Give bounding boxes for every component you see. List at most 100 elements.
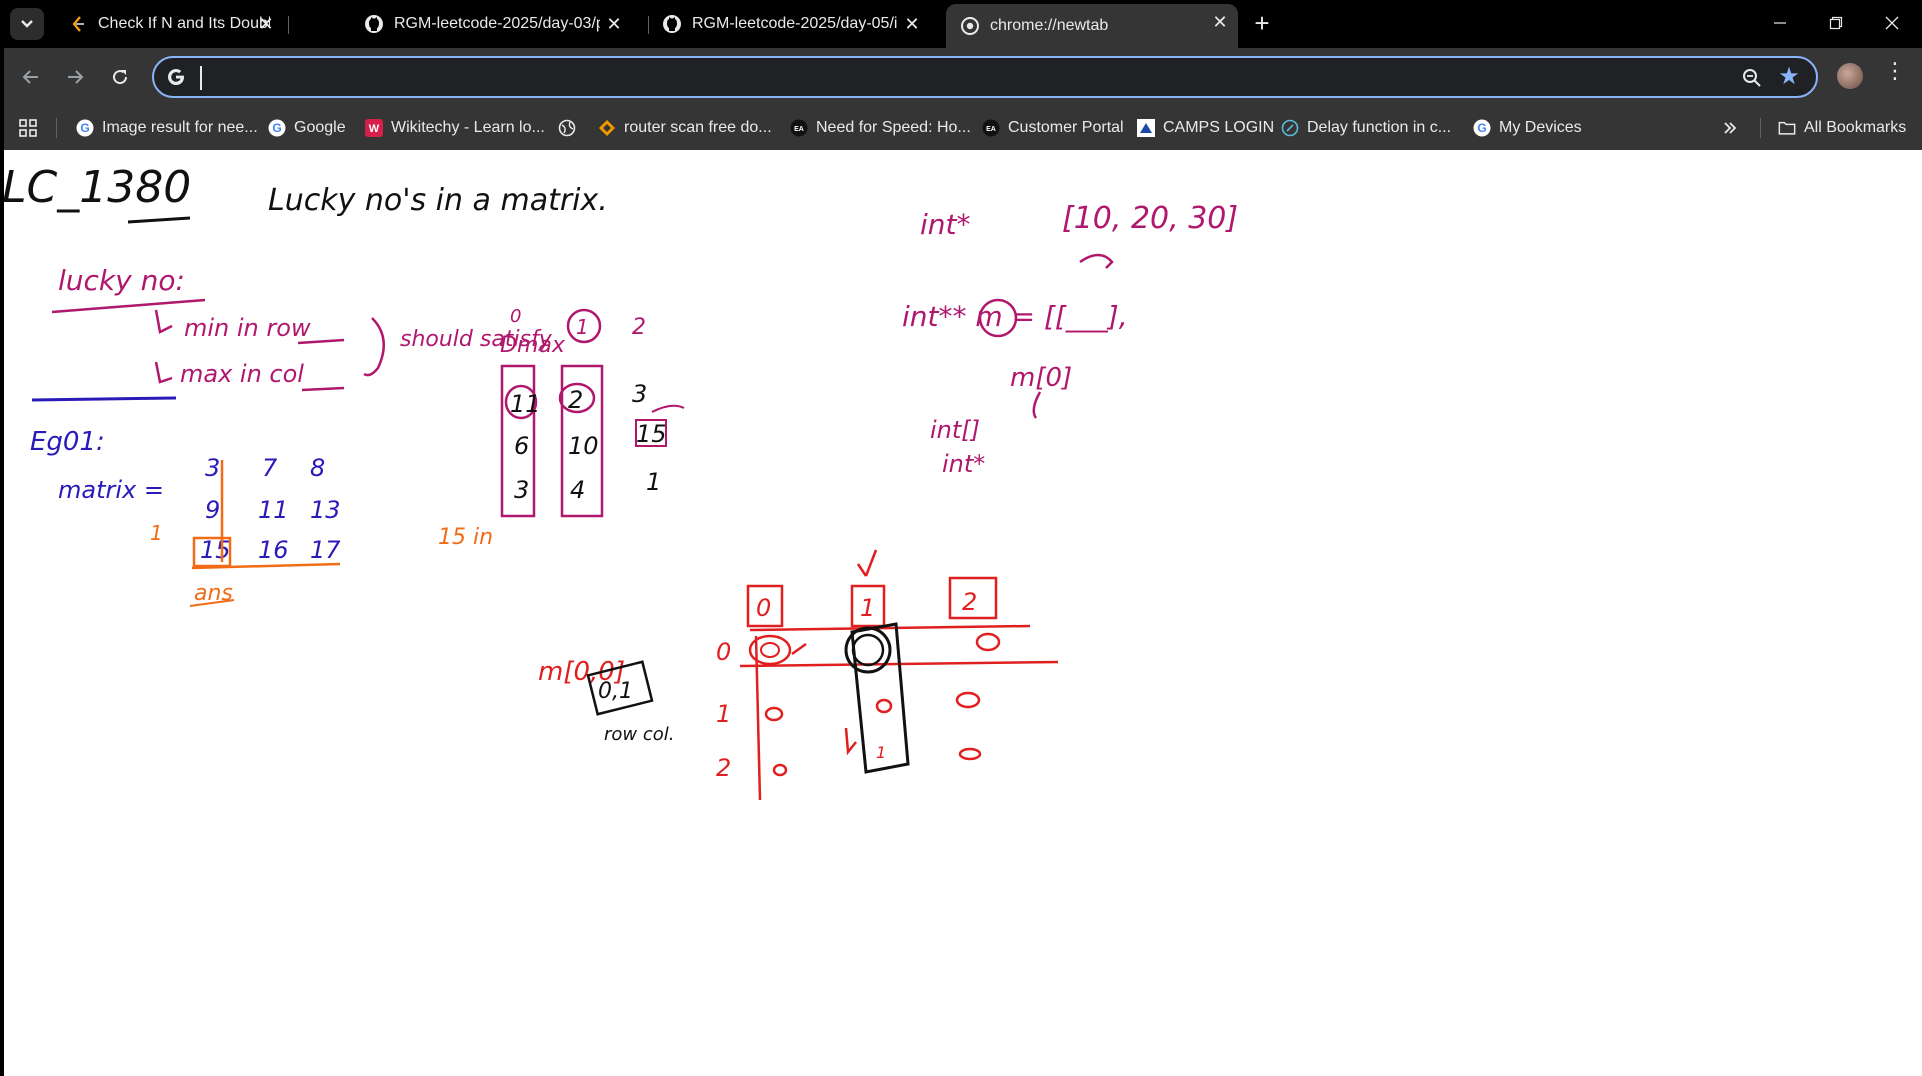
bookmark-label: Need for Speed: Ho... bbox=[816, 119, 971, 136]
tab-newtab[interactable]: chrome://newtab ✕ bbox=[946, 4, 1238, 48]
address-input[interactable] bbox=[198, 64, 1702, 92]
arrow-left-icon bbox=[22, 70, 38, 84]
col-cell: 15 bbox=[636, 420, 667, 448]
bookmarks-divider bbox=[56, 118, 57, 138]
chevron-down-icon bbox=[21, 20, 33, 28]
orange-mark: 1 bbox=[150, 521, 163, 545]
tab-github-day05[interactable]: RGM-leetcode-2025/day-05/int ✕ bbox=[648, 6, 930, 42]
lucky-heading: lucky no: bbox=[58, 264, 185, 297]
bookmarks-divider bbox=[1760, 118, 1761, 138]
svg-text:W: W bbox=[369, 123, 380, 135]
bookmark-customer-portal[interactable]: EA Customer Portal bbox=[982, 116, 1124, 140]
folder-icon bbox=[1778, 119, 1796, 137]
grid-col-index: 1 bbox=[860, 594, 875, 622]
more-bookmarks-icon[interactable] bbox=[1722, 116, 1738, 140]
bookmark-label: Wikitechy - Learn lo... bbox=[391, 119, 545, 136]
wikitechy-icon: W bbox=[365, 119, 383, 137]
codepen-icon bbox=[1281, 119, 1299, 137]
matrix-cell: 11 bbox=[258, 496, 289, 524]
tab-strip: Check If N and Its Double Exist ✕ RGM-le… bbox=[0, 0, 1922, 48]
matrix-cell: 15 bbox=[200, 536, 231, 564]
bookmark-star-icon[interactable]: ★ bbox=[1776, 64, 1802, 90]
all-bookmarks-button[interactable]: All Bookmarks bbox=[1778, 116, 1906, 140]
bookmark-label: Customer Portal bbox=[1008, 119, 1124, 136]
col-index: 0 bbox=[510, 306, 521, 327]
col-index: 1 bbox=[576, 315, 589, 339]
back-button[interactable] bbox=[16, 62, 46, 92]
globe-icon bbox=[558, 119, 576, 137]
svg-text:EA: EA bbox=[794, 126, 804, 133]
arrow-right-icon bbox=[68, 70, 84, 84]
google-icon: G bbox=[268, 119, 286, 137]
close-icon bbox=[1885, 16, 1899, 30]
whiteboard-canvas[interactable]: LC_1380 Lucky no's in a matrix. lucky no… bbox=[0, 150, 1922, 1076]
text-caret bbox=[200, 66, 202, 90]
bookmark-my-devices[interactable]: G My Devices bbox=[1473, 116, 1582, 140]
close-tab-icon[interactable]: ✕ bbox=[902, 14, 922, 34]
int-star-2: int* bbox=[942, 450, 985, 478]
matrix-cell: 3 bbox=[205, 454, 220, 482]
grid-row-index: 2 bbox=[716, 754, 731, 782]
grid-col-index: 2 bbox=[962, 588, 977, 616]
grid-row-index: 1 bbox=[716, 700, 731, 728]
close-window-button[interactable] bbox=[1872, 10, 1912, 38]
browser-chrome: Check If N and Its Double Exist ✕ RGM-le… bbox=[0, 0, 1922, 150]
matrix-cell: 16 bbox=[258, 536, 289, 564]
bookmark-wikitechy[interactable]: W Wikitechy - Learn lo... bbox=[365, 116, 545, 140]
google-icon: G bbox=[76, 119, 94, 137]
reload-button[interactable] bbox=[105, 62, 135, 92]
col-cell: 6 bbox=[514, 432, 529, 460]
tab-github-day03[interactable]: RGM-leetcode-2025/day-03/pr ✕ bbox=[350, 6, 632, 42]
minimize-button[interactable] bbox=[1760, 10, 1800, 38]
zoom-icon[interactable] bbox=[1740, 66, 1764, 90]
bookmark-label: Google bbox=[294, 119, 346, 136]
tab-leetcode[interactable]: Check If N and Its Double Exist ✕ bbox=[54, 6, 284, 42]
bookmark-camps-login[interactable]: CAMPS LOGIN bbox=[1137, 116, 1274, 140]
tab-search-button[interactable] bbox=[10, 8, 44, 40]
int-star: int* bbox=[920, 208, 971, 241]
close-tab-icon[interactable]: ✕ bbox=[256, 14, 276, 34]
apps-icon[interactable] bbox=[18, 116, 38, 140]
matrix-label: matrix = bbox=[58, 476, 164, 504]
close-tab-icon[interactable]: ✕ bbox=[604, 14, 624, 34]
problem-code: LC_1380 bbox=[2, 162, 191, 213]
bookmark-image-result[interactable]: G Image result for nee... bbox=[76, 116, 258, 140]
col-cell: 3 bbox=[514, 476, 529, 504]
minimize-icon bbox=[1774, 22, 1786, 24]
m0-label: m[0] bbox=[1010, 363, 1072, 393]
tab-title: RGM-leetcode-2025/day-03/pr bbox=[394, 15, 600, 32]
col-cell: 4 bbox=[570, 476, 585, 504]
bookmark-delay-function[interactable]: Delay function in c... bbox=[1281, 116, 1451, 140]
bookmark-nfs[interactable]: EA Need for Speed: Ho... bbox=[790, 116, 971, 140]
col-index: 2 bbox=[632, 315, 646, 340]
row-col-note: row col. bbox=[604, 724, 675, 745]
avatar[interactable] bbox=[1837, 63, 1863, 89]
restore-button[interactable] bbox=[1816, 10, 1856, 38]
example-label: Eg01: bbox=[30, 427, 105, 457]
menu-icon[interactable]: ⋮ bbox=[1884, 58, 1906, 86]
ea-icon: EA bbox=[790, 119, 808, 137]
toolbar: ★ ⋮ bbox=[0, 48, 1922, 106]
close-tab-icon[interactable]: ✕ bbox=[1210, 12, 1230, 32]
svg-text:G: G bbox=[272, 121, 281, 135]
chrome-icon bbox=[960, 16, 980, 36]
google-icon bbox=[168, 69, 184, 85]
pair-label: 0,1 bbox=[598, 679, 633, 704]
red-mark: 1 bbox=[876, 743, 886, 762]
github-icon bbox=[364, 14, 384, 34]
restore-icon bbox=[1829, 16, 1843, 30]
bookmark-globe[interactable] bbox=[558, 116, 584, 140]
forward-button[interactable] bbox=[60, 62, 90, 92]
matrix-cell: 8 bbox=[310, 454, 325, 482]
tab-title: RGM-leetcode-2025/day-05/int bbox=[692, 15, 898, 32]
col-cell: 10 bbox=[568, 432, 599, 460]
bookmark-router-scan[interactable]: router scan free do... bbox=[598, 116, 772, 140]
leetcode-icon bbox=[68, 14, 88, 34]
dmax-label: Dmax bbox=[500, 333, 566, 358]
bookmark-google[interactable]: G Google bbox=[268, 116, 346, 140]
address-bar[interactable]: ★ bbox=[152, 56, 1818, 98]
new-tab-button[interactable]: + bbox=[1248, 10, 1276, 38]
bookmark-label: router scan free do... bbox=[624, 119, 772, 136]
svg-text:EA: EA bbox=[986, 126, 996, 133]
camps-icon bbox=[1137, 119, 1155, 137]
